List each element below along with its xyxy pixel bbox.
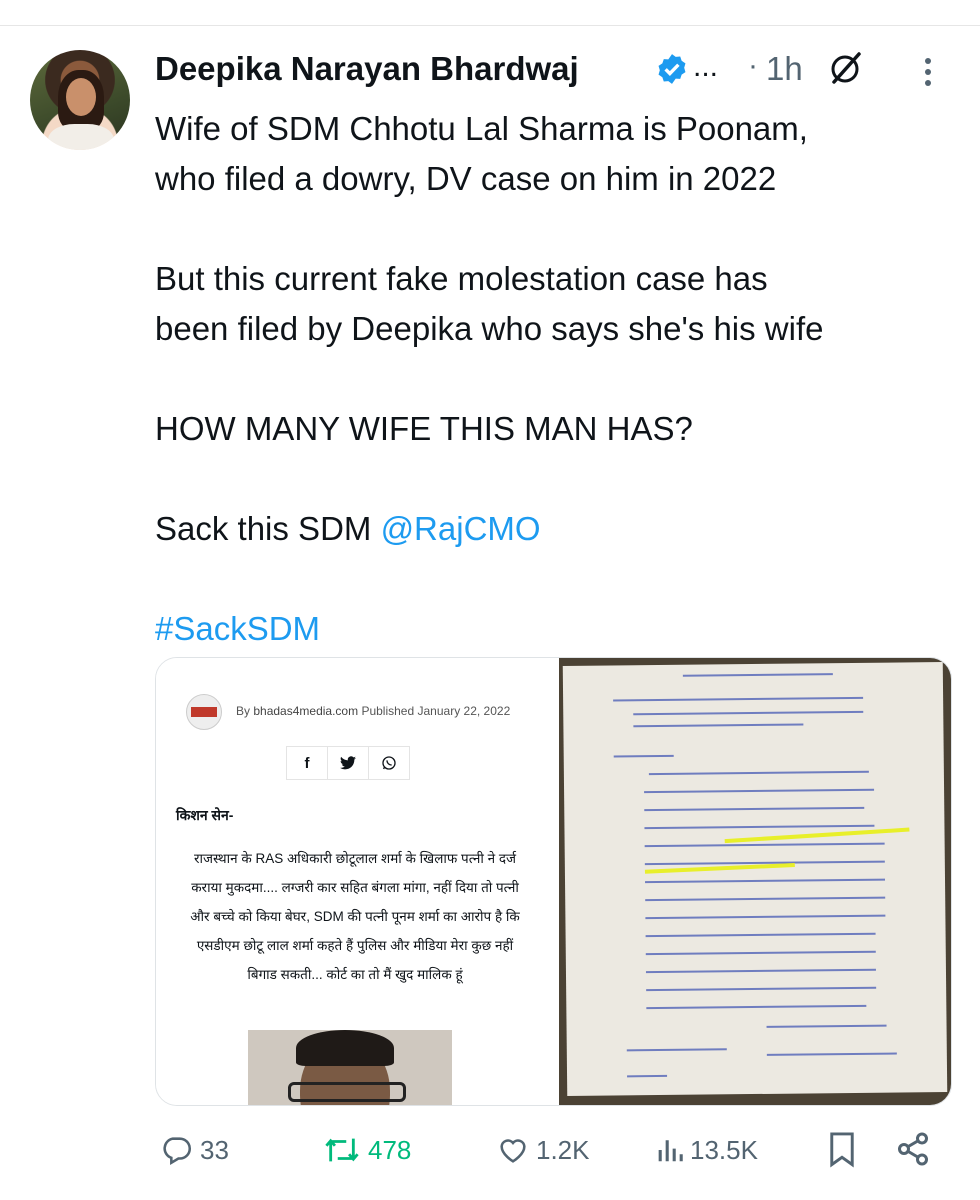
share-buttons: f [286,746,410,780]
byline-date: January 22, 2022 [417,704,511,718]
tweet-actions: 33 478 1.2K 13.5K [0,1125,980,1175]
separator-dot: · [748,49,758,82]
mention-link[interactable]: @RajCMO [381,510,541,547]
reply-count: 33 [200,1134,229,1165]
heart-icon [500,1139,526,1163]
article-author: किशन सेन- [176,807,234,823]
like-button[interactable]: 1.2K [496,1125,590,1175]
article-byline: By bhadas4media.com Published January 22… [236,704,510,718]
byline-by: By [236,704,251,718]
article-screenshot[interactable]: By bhadas4media.com Published January 22… [156,658,551,1105]
views-count: 13.5K [690,1134,758,1165]
media-attachment[interactable]: By bhadas4media.com Published January 22… [155,657,952,1106]
grok-icon[interactable] [826,48,866,88]
avatar-face [66,78,96,116]
article-photo [248,1030,452,1105]
repost-button[interactable]: 478 [322,1125,411,1175]
share-icon[interactable] [895,1131,931,1167]
author-name[interactable]: Deepika Narayan Bhardwaj [155,50,579,88]
tweet-line-6-text: Sack this SDM [155,510,381,547]
handwritten-letter-image[interactable] [559,658,951,1105]
tweet-line-3: But this current fake molestation case h… [155,260,768,297]
site-logo [186,694,222,730]
tweet-line-1: Wife of SDM Chhotu Lal Sharma is Poonam, [155,110,808,147]
reply-button[interactable]: 33 [160,1125,229,1175]
media-gap [551,658,559,1105]
views-icon [658,1140,683,1162]
more-options-icon[interactable] [918,55,938,89]
tweet-line-2: who filed a dowry, DV case on him in 202… [155,160,777,197]
repost-count: 478 [368,1134,412,1165]
hashtag-link[interactable]: #SackSDM [155,610,320,647]
bookmark-icon[interactable] [827,1131,857,1169]
tweet-line-4: been filed by Deepika who says she's his… [155,310,824,347]
photo-hair [296,1030,394,1066]
twitter-icon [328,747,369,779]
byline-published: Published [361,704,415,718]
avatar-shirt [48,124,114,150]
name-overflow: ... [693,50,719,83]
photo-glasses [288,1082,406,1102]
timestamp[interactable]: 1h [766,50,803,88]
top-divider [0,25,980,26]
whatsapp-icon [369,747,409,779]
views-button[interactable]: 13.5K [656,1125,758,1175]
avatar[interactable] [30,50,130,150]
tweet-line-6: Sack this SDM @RajCMO [155,504,955,554]
tweet-text: Wife of SDM Chhotu Lal Sharma is Poonam,… [155,104,955,654]
tweet-line-5: HOW MANY WIFE THIS MAN HAS? [155,410,693,447]
verified-badge-icon [658,54,686,84]
letter-paper [562,662,948,1096]
byline-site: bhadas4media.com [253,704,359,718]
highlight-stroke [724,827,910,844]
facebook-icon: f [287,747,328,779]
article-body: राजस्थान के RAS अधिकारी छोटूलाल शर्मा के… [190,851,520,982]
reply-icon [163,1137,192,1166]
repost-icon [325,1138,359,1162]
like-count: 1.2K [536,1134,590,1165]
